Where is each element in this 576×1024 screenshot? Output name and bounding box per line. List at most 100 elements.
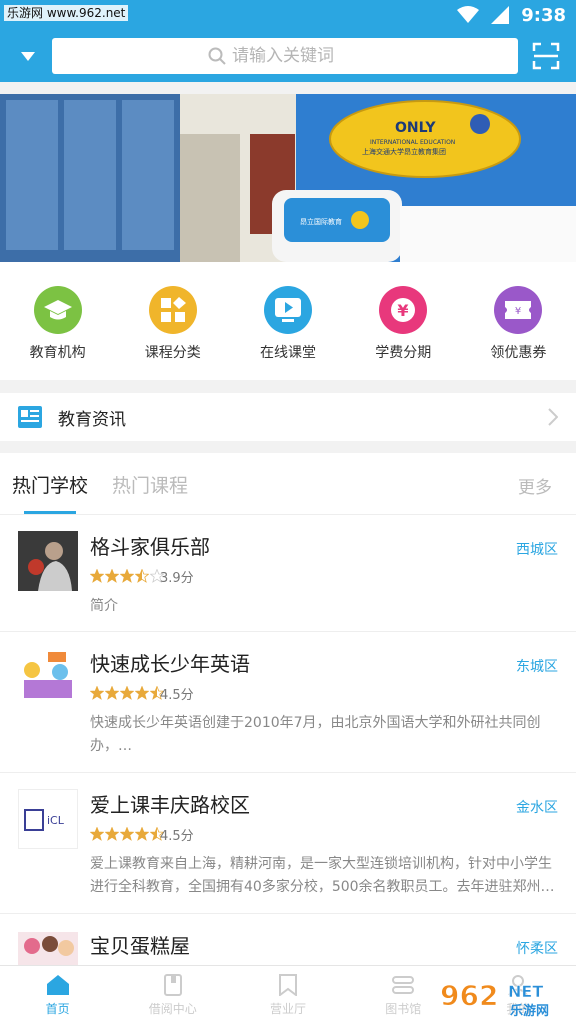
search-icon: [208, 47, 226, 65]
watermark-logo: 962 NET 乐游网: [440, 979, 550, 1020]
promo-banner[interactable]: ONLY INTERNATIONAL EDUCATION 上海交通大学昂立教育集…: [0, 94, 576, 262]
coupon-icon: ¥: [494, 286, 543, 334]
star-rating: [90, 827, 164, 841]
star-rating: [90, 569, 164, 583]
status-time: 9:38: [521, 4, 566, 26]
nav-label: 借阅中心: [148, 1002, 197, 1016]
app-header: [0, 30, 576, 82]
hot-list-section: 热门学校 热门课程 更多 格斗家俱乐部 西城区 3.9分 简介 快速成长少年英语…: [0, 453, 576, 965]
home-icon: [46, 975, 69, 995]
school-name: 格斗家俱乐部: [90, 535, 210, 559]
category-course-type[interactable]: 课程分类: [115, 262, 230, 380]
school-name: 爱上课丰庆路校区: [90, 793, 250, 817]
tab-hot-schools[interactable]: 热门学校: [12, 471, 88, 498]
grid-icon: [148, 286, 197, 334]
school-list-item[interactable]: 宝贝蛋糕屋 怀柔区: [0, 914, 576, 965]
school-description: 简介: [90, 598, 118, 614]
chevron-right-icon: [548, 408, 558, 426]
yuan-icon: ¥: [379, 286, 428, 334]
status-bar: 乐游网 www.962.net 9:38: [0, 0, 576, 30]
rating-score: 3.9分: [160, 571, 194, 586]
watermark-logo-sub: 乐游网: [510, 1003, 549, 1019]
svg-text:iCL: iCL: [47, 814, 65, 827]
nav-label: 首页: [45, 1002, 70, 1016]
category-online-class[interactable]: 在线课堂: [230, 262, 345, 380]
category-menu: 教育机构 课程分类 在线课堂 ¥ 学费分期 ¥ 领优惠券: [0, 262, 576, 380]
watermark-text: 乐游网 www.962.net: [4, 5, 129, 21]
school-name: 宝贝蛋糕屋: [90, 934, 190, 958]
graduation-cap-icon: [33, 286, 82, 334]
video-play-icon: [264, 286, 312, 334]
rating-score: 4.5分: [160, 688, 194, 703]
school-list-item[interactable]: 快速成长少年英语 东城区 4.5分 快速成长少年英语创建于2010年7月，由北京…: [0, 632, 576, 773]
category-tuition-installment[interactable]: ¥ 学费分期: [346, 262, 461, 380]
caret-down-icon: [21, 51, 35, 61]
watermark-logo-number: 962: [440, 979, 498, 1012]
category-coupon[interactable]: ¥ 领优惠券: [461, 262, 576, 380]
rating-score: 4.5分: [160, 829, 194, 844]
category-education-institution[interactable]: 教育机构: [0, 262, 115, 380]
book-icon: [163, 974, 182, 996]
location-dropdown-button[interactable]: [18, 48, 38, 64]
school-thumbnail: [18, 531, 78, 591]
category-label: 教育机构: [29, 345, 86, 361]
star-icon: [120, 827, 134, 841]
banner-sign-sub: INTERNATIONAL EDUCATION: [370, 139, 455, 146]
nav-lending-center[interactable]: 借阅中心: [115, 966, 230, 1024]
school-district: 金水区: [516, 800, 558, 816]
banner-sign-text: ONLY: [395, 120, 436, 136]
star-icon: [105, 569, 119, 583]
education-news-link[interactable]: 教育资讯: [0, 393, 576, 441]
school-thumbnail: [18, 648, 78, 708]
banner-desk-text: 昂立国际教育: [300, 217, 342, 226]
star-icon: [90, 686, 104, 700]
more-link[interactable]: 更多: [518, 473, 552, 498]
list-tabs: 热门学校 热门课程 更多: [0, 453, 576, 515]
search-input[interactable]: [232, 46, 362, 66]
school-name: 快速成长少年英语: [90, 652, 250, 676]
school-thumbnail: [18, 932, 78, 965]
svg-text:¥: ¥: [515, 306, 521, 317]
school-list-item[interactable]: iCL 爱上课丰庆路校区 金水区 4.5分 爱上课教育来自上海，精耕河南，是一家…: [0, 773, 576, 914]
category-label: 学费分期: [375, 345, 432, 361]
search-bar[interactable]: [52, 38, 518, 74]
scan-button[interactable]: [532, 42, 560, 70]
school-thumbnail: iCL: [18, 789, 78, 849]
news-label: 教育资讯: [58, 409, 126, 430]
status-icons: 9:38: [457, 2, 566, 28]
svg-text:¥: ¥: [398, 301, 409, 320]
star-icon: [105, 686, 119, 700]
category-label: 课程分类: [144, 345, 201, 361]
star-icon: [135, 686, 149, 700]
school-district: 怀柔区: [516, 941, 558, 957]
star-icon: [135, 827, 149, 841]
star-rating: [90, 686, 164, 700]
school-description: 爱上课教育来自上海，精耕河南，是一家大型连锁培训机构，针对中小学生进行全科教育，…: [90, 856, 555, 895]
school-district: 西城区: [516, 542, 558, 558]
star-icon: [105, 827, 119, 841]
tab-hot-courses[interactable]: 热门课程: [112, 471, 188, 498]
news-icon: [18, 406, 42, 428]
active-tab-indicator: [24, 511, 76, 514]
nav-home[interactable]: 首页: [0, 966, 115, 1024]
nav-label: 图书馆: [385, 1002, 422, 1016]
star-icon: [90, 827, 104, 841]
nav-service-hall[interactable]: 营业厅: [230, 966, 345, 1024]
school-list-item[interactable]: 格斗家俱乐部 西城区 3.9分 简介: [0, 515, 576, 632]
star-icon: [135, 569, 149, 583]
category-label: 在线课堂: [260, 345, 316, 361]
school-description: 快速成长少年英语创建于2010年7月，由北京外国语大学和外研社共同创办，…: [90, 715, 541, 754]
category-label: 领优惠券: [490, 345, 547, 361]
wifi-icon: [457, 6, 480, 23]
signal-icon: [491, 6, 510, 24]
bookmark-icon: [279, 974, 297, 996]
banner-sign-cn: 上海交通大学昂立教育集团: [362, 147, 446, 156]
star-icon: [120, 686, 134, 700]
school-district: 东城区: [516, 659, 558, 675]
banner-image: ONLY INTERNATIONAL EDUCATION 上海交通大学昂立教育集…: [0, 94, 576, 262]
library-icon: [392, 976, 415, 994]
star-icon: [90, 569, 104, 583]
scan-icon: [532, 42, 560, 70]
nav-label: 营业厅: [270, 1002, 307, 1016]
watermark-logo-suffix: NET: [508, 982, 543, 1001]
